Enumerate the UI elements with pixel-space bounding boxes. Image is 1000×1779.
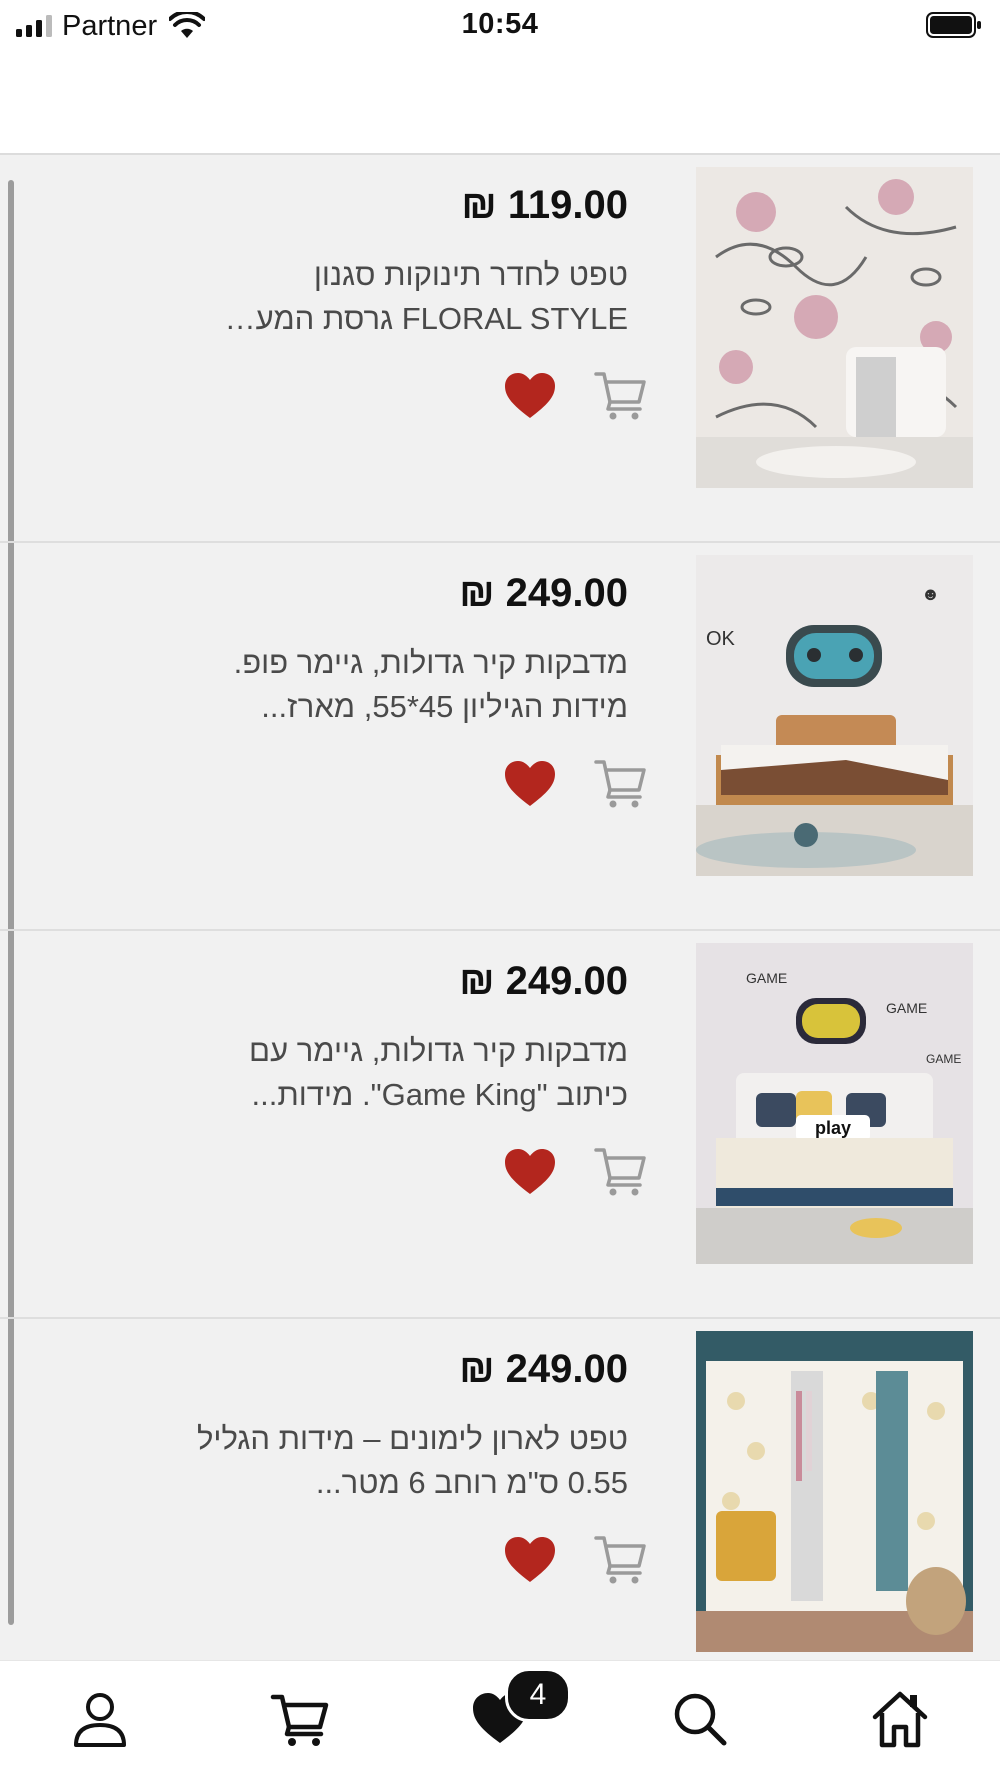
product-price: ₪ 119.00 — [461, 183, 628, 227]
search-icon[interactable] — [670, 1689, 730, 1749]
svg-text:GAME: GAME — [746, 970, 787, 986]
list-item[interactable]: ₪ 119.00 טפט לחדר תינוקות סגנון FLORAL S… — [0, 155, 1000, 543]
product-price: ₪ 249.00 — [459, 571, 628, 615]
product-image[interactable]: GAME GAME GAME play — [696, 943, 973, 1264]
navigation-bar — [0, 52, 1000, 155]
product-price: ₪ 249.00 — [459, 1347, 628, 1391]
heart-icon[interactable] — [503, 759, 557, 809]
pillow-text: play — [815, 1118, 851, 1138]
heart-icon[interactable] — [503, 1535, 557, 1585]
list-item[interactable]: ₪ 249.00 טפט לארון לימונים – מידות הגליל… — [0, 1319, 1000, 1660]
product-price: ₪ 249.00 — [459, 959, 628, 1003]
svg-text:GAME: GAME — [926, 1052, 961, 1066]
add-to-cart-icon[interactable] — [593, 368, 647, 422]
product-image[interactable]: OK ☻ — [696, 555, 973, 876]
product-description[interactable]: מדבקות קיר גדולות, גיימר פופ. מידות הגיל… — [188, 641, 628, 729]
product-image[interactable] — [696, 1331, 973, 1652]
product-description[interactable]: מדבקות קיר גדולות, גיימר עם כיתוב "Game … — [188, 1029, 628, 1117]
svg-text:OK: OK — [706, 628, 736, 650]
heart-icon[interactable] — [503, 1147, 557, 1197]
list-item[interactable]: GAME GAME GAME play ₪ 249.00 מדבקות קיר גד… — [0, 931, 1000, 1319]
favorites-list[interactable]: ₪ 119.00 טפט לחדר תינוקות סגנון FLORAL S… — [0, 155, 1000, 1660]
home-icon[interactable] — [870, 1689, 930, 1749]
heart-icon[interactable] — [503, 371, 557, 421]
add-to-cart-icon[interactable] — [593, 756, 647, 810]
profile-icon[interactable] — [70, 1689, 130, 1749]
list-item[interactable]: OK ☻ ₪ 249.00 מדבקות קיר גדולות, גיימר פו… — [0, 543, 1000, 931]
svg-text:☻: ☻ — [921, 584, 940, 604]
svg-text:GAME: GAME — [886, 1000, 927, 1016]
add-to-cart-icon[interactable] — [593, 1532, 647, 1586]
battery-icon — [926, 12, 981, 38]
product-description[interactable]: טפט לחדר תינוקות סגנון FLORAL STYLE גרסת… — [188, 253, 628, 341]
favorites-count-badge: 4 — [505, 1668, 571, 1722]
add-to-cart-icon[interactable] — [593, 1144, 647, 1198]
cart-icon[interactable] — [270, 1689, 330, 1749]
tab-bar — [0, 1660, 1000, 1779]
product-description[interactable]: טפט לארון לימונים – מידות הגליל 0.55 ס"מ… — [188, 1417, 628, 1505]
product-image[interactable] — [696, 167, 973, 488]
status-bar: Partner 10:54 — [0, 0, 1000, 52]
clock: 10:54 — [461, 8, 539, 40]
